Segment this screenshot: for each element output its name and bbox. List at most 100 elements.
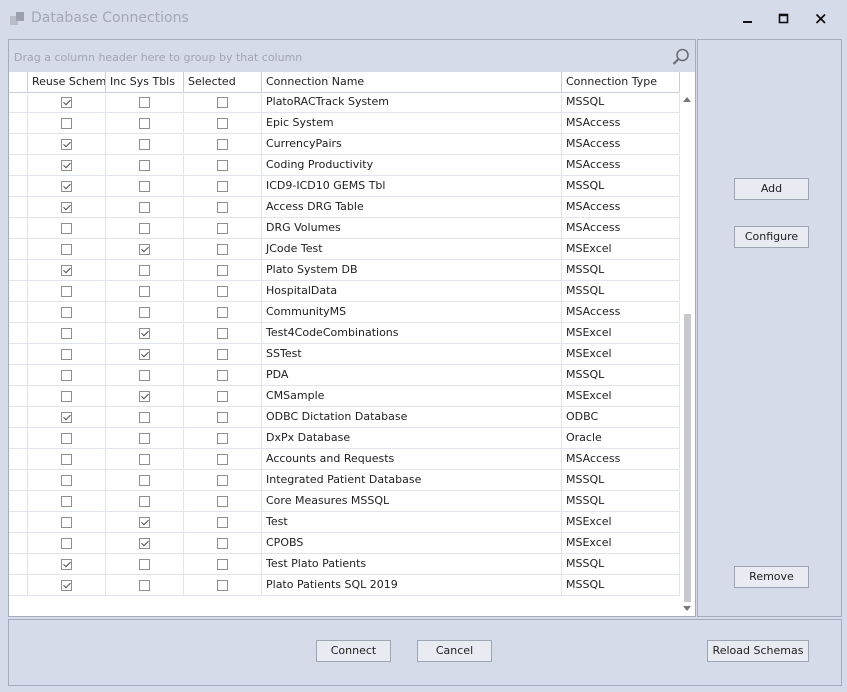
inc-sys-tbls-checkbox[interactable] [139, 118, 150, 129]
row-indicator[interactable] [9, 197, 28, 218]
selected-checkbox[interactable] [217, 202, 228, 213]
configure-button[interactable]: Configure [734, 226, 809, 248]
connection-type-cell[interactable]: MSSQL [562, 92, 680, 113]
row-indicator[interactable] [9, 281, 28, 302]
table-row[interactable]: CPOBS MSExcel [9, 533, 680, 554]
connection-type-cell[interactable]: MSExcel [562, 533, 680, 554]
connection-type-cell[interactable]: MSSQL [562, 470, 680, 491]
connection-name-cell[interactable]: Test4CodeCombinations [262, 323, 562, 344]
row-indicator[interactable] [9, 113, 28, 134]
column-header-connection-type[interactable]: Connection Type [562, 72, 680, 92]
table-row[interactable]: Integrated Patient Database MSSQL [9, 470, 680, 491]
connection-type-cell[interactable]: MSSQL [562, 281, 680, 302]
reuse-schema-checkbox[interactable] [61, 97, 72, 108]
row-indicator[interactable] [9, 176, 28, 197]
inc-sys-tbls-checkbox[interactable] [139, 391, 150, 402]
selected-checkbox[interactable] [217, 412, 228, 423]
connection-type-cell[interactable]: MSAccess [562, 134, 680, 155]
connection-name-cell[interactable]: SSTest [262, 344, 562, 365]
selected-checkbox[interactable] [217, 538, 228, 549]
row-indicator[interactable] [9, 470, 28, 491]
maximize-button[interactable] [774, 10, 794, 28]
connection-type-cell[interactable]: Oracle [562, 428, 680, 449]
connection-name-cell[interactable]: CurrencyPairs [262, 134, 562, 155]
row-indicator[interactable] [9, 92, 28, 113]
inc-sys-tbls-checkbox[interactable] [139, 307, 150, 318]
connection-type-cell[interactable]: MSAccess [562, 197, 680, 218]
group-by-panel[interactable]: Drag a column header here to group by th… [9, 40, 695, 72]
connection-name-cell[interactable]: HospitalData [262, 281, 562, 302]
table-row[interactable]: Test4CodeCombinations MSExcel [9, 323, 680, 344]
reuse-schema-checkbox[interactable] [61, 517, 72, 528]
inc-sys-tbls-checkbox[interactable] [139, 496, 150, 507]
reuse-schema-checkbox[interactable] [61, 349, 72, 360]
reuse-schema-checkbox[interactable] [61, 454, 72, 465]
reuse-schema-checkbox[interactable] [61, 433, 72, 444]
add-button[interactable]: Add [734, 178, 809, 200]
connection-name-cell[interactable]: Accounts and Requests [262, 449, 562, 470]
table-row[interactable]: ICD9-ICD10 GEMS Tbl MSSQL [9, 176, 680, 197]
table-row[interactable]: PDA MSSQL [9, 365, 680, 386]
connection-name-cell[interactable]: Core Measures MSSQL [262, 491, 562, 512]
scroll-up-arrow-icon[interactable] [683, 97, 691, 102]
selected-checkbox[interactable] [217, 559, 228, 570]
reuse-schema-checkbox[interactable] [61, 391, 72, 402]
inc-sys-tbls-checkbox[interactable] [139, 328, 150, 339]
connection-type-cell[interactable]: MSSQL [562, 554, 680, 575]
row-indicator[interactable] [9, 323, 28, 344]
connection-type-cell[interactable]: MSSQL [562, 491, 680, 512]
selected-checkbox[interactable] [217, 307, 228, 318]
row-indicator[interactable] [9, 491, 28, 512]
reuse-schema-checkbox[interactable] [61, 328, 72, 339]
connection-name-cell[interactable]: PlatoRACTrack System [262, 92, 562, 113]
connect-button[interactable]: Connect [316, 640, 391, 662]
connection-name-cell[interactable]: Integrated Patient Database [262, 470, 562, 491]
selected-checkbox[interactable] [217, 97, 228, 108]
column-header-reuse-schema[interactable]: Reuse Schema [28, 72, 106, 92]
remove-button[interactable]: Remove [734, 566, 809, 588]
connection-name-cell[interactable]: Epic System [262, 113, 562, 134]
selected-checkbox[interactable] [217, 139, 228, 150]
connection-name-cell[interactable]: Test Plato Patients [262, 554, 562, 575]
table-row[interactable]: Coding Productivity MSAccess [9, 155, 680, 176]
row-indicator[interactable] [9, 260, 28, 281]
row-indicator[interactable] [9, 155, 28, 176]
row-indicator[interactable] [9, 218, 28, 239]
connection-name-cell[interactable]: CPOBS [262, 533, 562, 554]
column-header-inc-sys-tbls[interactable]: Inc Sys Tbls [106, 72, 184, 92]
table-row[interactable]: Epic System MSAccess [9, 113, 680, 134]
connection-type-cell[interactable]: ODBC [562, 407, 680, 428]
cancel-button[interactable]: Cancel [417, 640, 492, 662]
selected-checkbox[interactable] [217, 160, 228, 171]
connection-name-cell[interactable]: DRG Volumes [262, 218, 562, 239]
row-indicator[interactable] [9, 428, 28, 449]
selected-checkbox[interactable] [217, 349, 228, 360]
inc-sys-tbls-checkbox[interactable] [139, 454, 150, 465]
selected-checkbox[interactable] [217, 118, 228, 129]
table-row[interactable]: HospitalData MSSQL [9, 281, 680, 302]
row-indicator[interactable] [9, 344, 28, 365]
search-icon[interactable] [671, 47, 691, 67]
table-row[interactable]: Accounts and Requests MSAccess [9, 449, 680, 470]
row-indicator[interactable] [9, 575, 28, 596]
reuse-schema-checkbox[interactable] [61, 475, 72, 486]
reuse-schema-checkbox[interactable] [61, 265, 72, 276]
inc-sys-tbls-checkbox[interactable] [139, 433, 150, 444]
close-button[interactable] [811, 10, 831, 28]
selected-checkbox[interactable] [217, 580, 228, 591]
connection-type-cell[interactable]: MSAccess [562, 302, 680, 323]
reuse-schema-checkbox[interactable] [61, 223, 72, 234]
selected-checkbox[interactable] [217, 370, 228, 381]
inc-sys-tbls-checkbox[interactable] [139, 349, 150, 360]
reuse-schema-checkbox[interactable] [61, 139, 72, 150]
connection-type-cell[interactable]: MSSQL [562, 176, 680, 197]
connection-type-cell[interactable]: MSAccess [562, 218, 680, 239]
row-indicator[interactable] [9, 386, 28, 407]
connection-name-cell[interactable]: Test [262, 512, 562, 533]
connection-type-cell[interactable]: MSExcel [562, 386, 680, 407]
table-row[interactable]: Test MSExcel [9, 512, 680, 533]
connection-type-cell[interactable]: MSSQL [562, 260, 680, 281]
table-row[interactable]: SSTest MSExcel [9, 344, 680, 365]
row-indicator[interactable] [9, 407, 28, 428]
connection-type-cell[interactable]: MSAccess [562, 113, 680, 134]
